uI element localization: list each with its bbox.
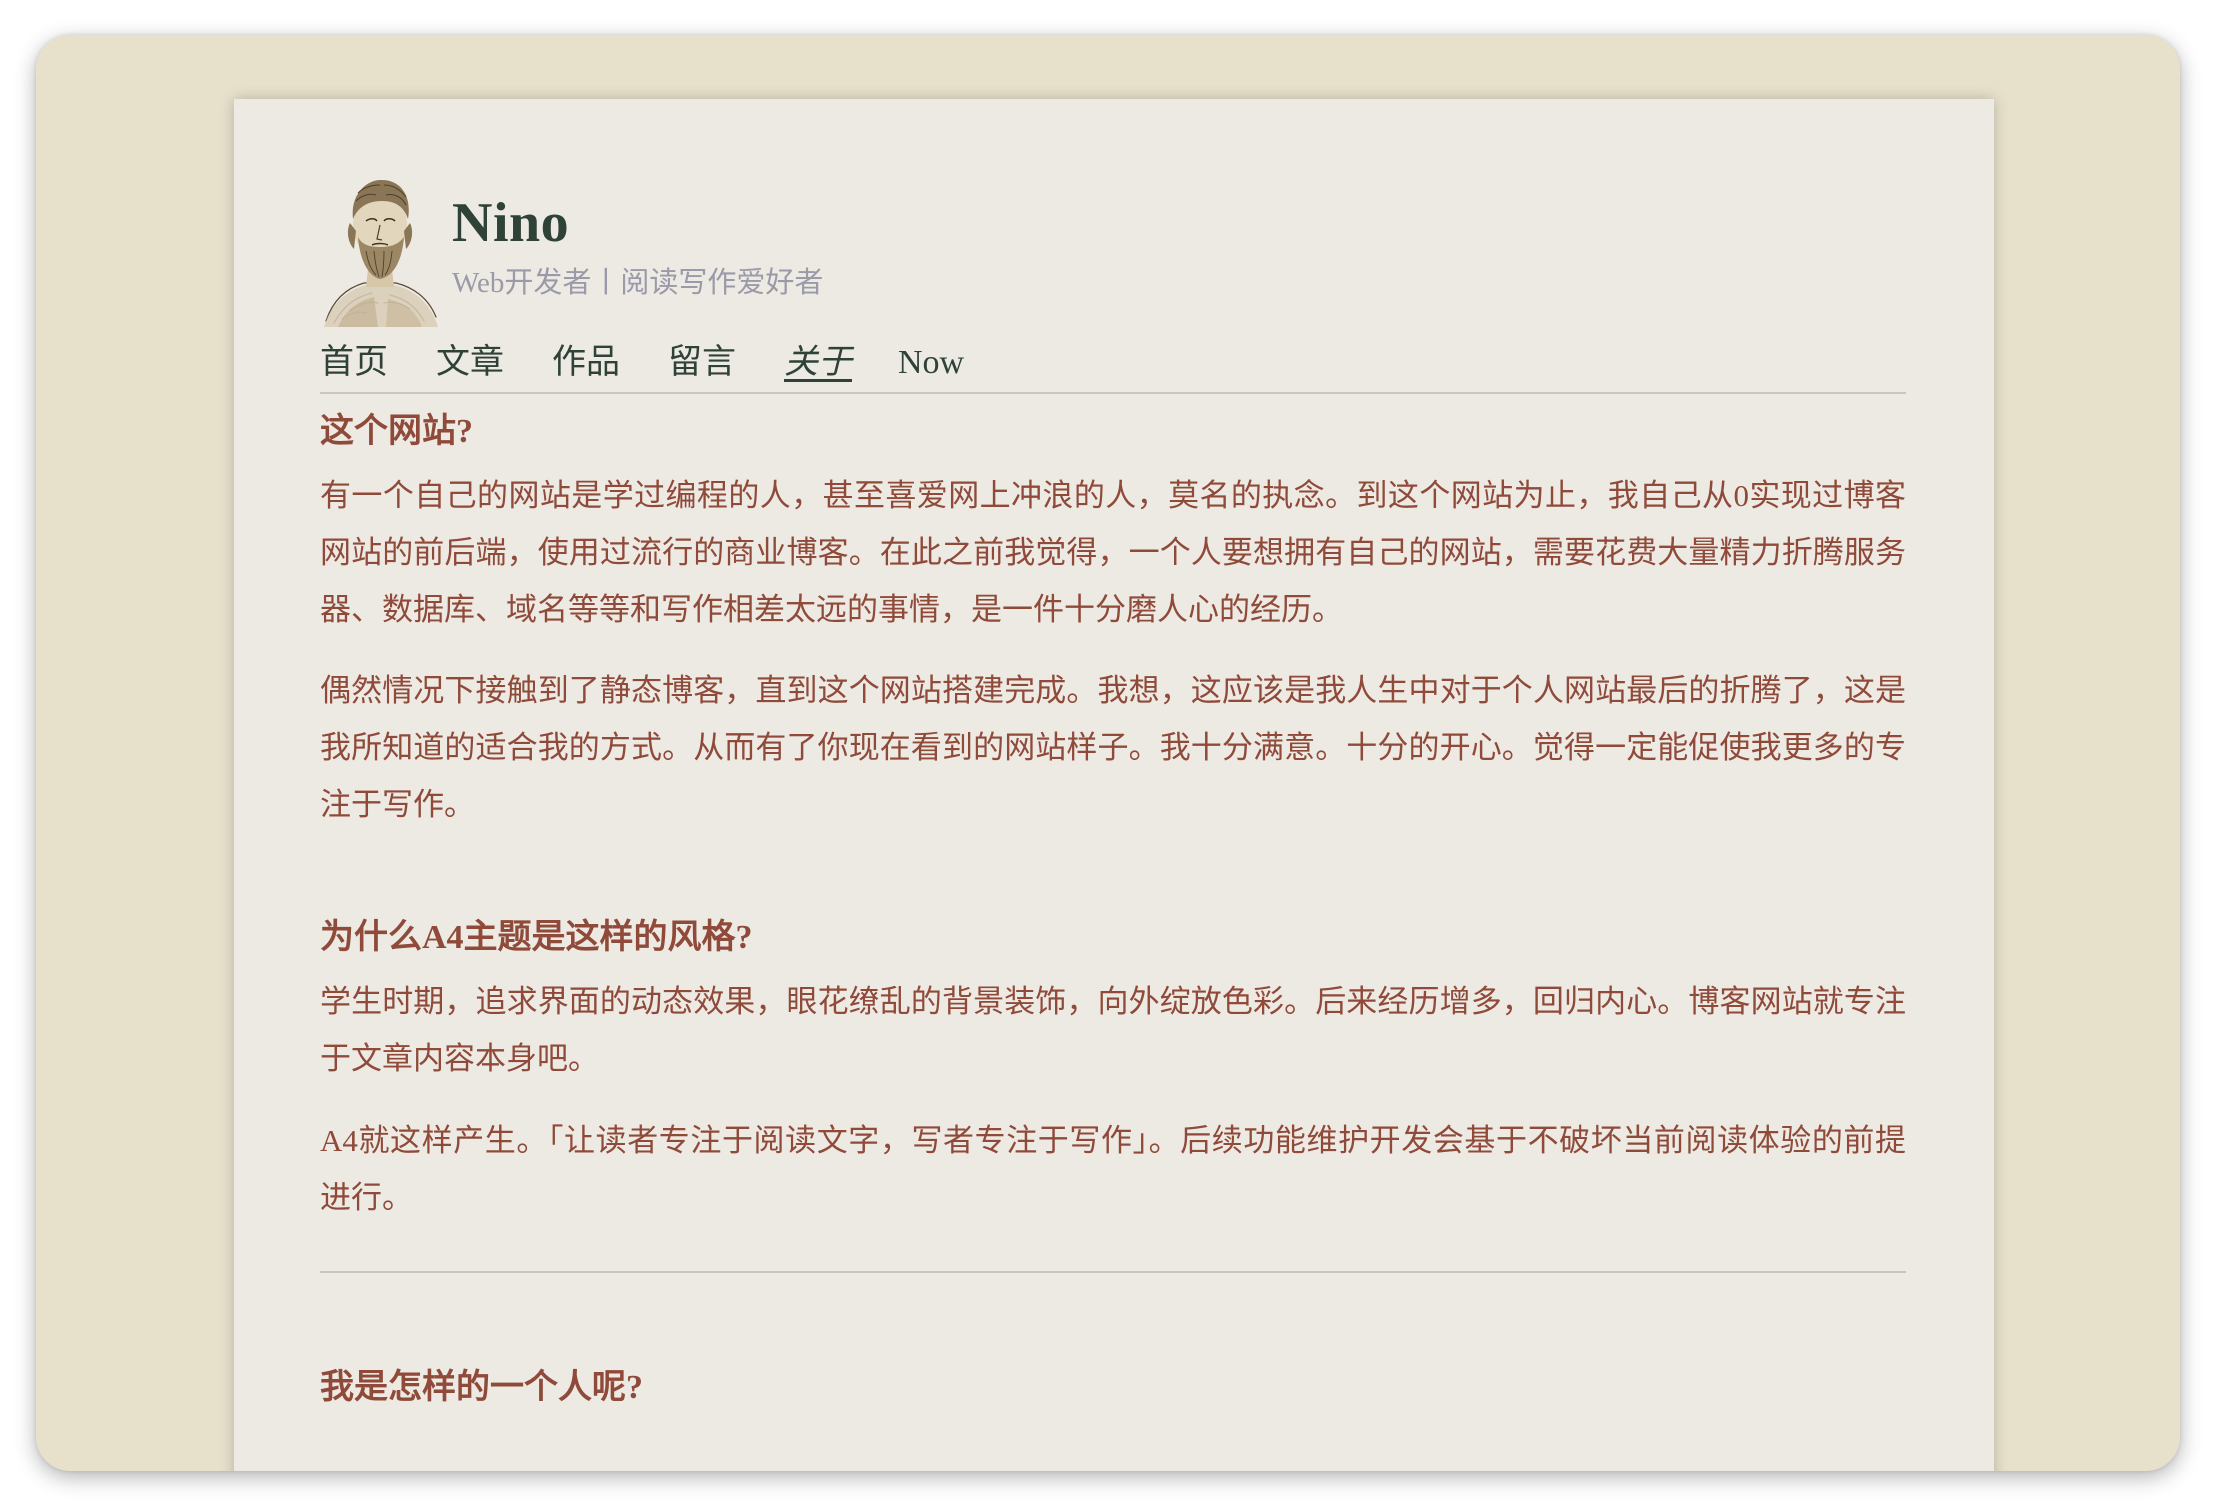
philosopher-bust-icon[interactable] xyxy=(320,171,440,329)
main-nav: 首页 文章 作品 留言 关于 Now xyxy=(320,342,1906,394)
section-heading-site: 这个网站? xyxy=(320,413,473,450)
site-subtitle: Web开发者丨阅读写作爱好者 xyxy=(452,267,824,299)
nav-item-about[interactable]: 关于 xyxy=(784,346,852,380)
section-divider xyxy=(320,1271,1906,1273)
nav-item-guestbook[interactable]: 留言 xyxy=(668,346,736,380)
section-heading-person: 我是怎样的一个人呢? xyxy=(320,1369,643,1406)
paragraph-site-2: 偶然情况下接触到了静态博客，直到这个网站搭建完成。我想，这应该是我人生中对于个人… xyxy=(320,673,1906,822)
nav-item-articles[interactable]: 文章 xyxy=(436,346,504,380)
a4-page: Nino Web开发者丨阅读写作爱好者 首页 文章 作品 留言 关于 Now 这… xyxy=(234,99,1994,1471)
nav-item-works[interactable]: 作品 xyxy=(552,346,620,380)
section-heading-theme: 为什么A4主题是这样的风格? xyxy=(320,919,753,956)
site-title[interactable]: Nino xyxy=(452,195,569,251)
browser-window: Nino Web开发者丨阅读写作爱好者 首页 文章 作品 留言 关于 Now 这… xyxy=(36,35,2180,1471)
nav-item-now[interactable]: Now xyxy=(898,346,964,380)
nav-item-home[interactable]: 首页 xyxy=(320,346,388,380)
paragraph-theme-2: A4就这样产生。「让读者专注于阅读文字，写者专注于写作」。后续功能维护开发会基于… xyxy=(320,1123,1906,1215)
paragraph-site-1: 有一个自己的网站是学过编程的人，甚至喜爱网上冲浪的人，莫名的执念。到这个网站为止… xyxy=(320,478,1906,627)
paragraph-theme-1: 学生时期，追求界面的动态效果，眼花缭乱的背景装饰，向外绽放色彩。后来经历增多，回… xyxy=(320,984,1906,1076)
site-header: Nino Web开发者丨阅读写作爱好者 xyxy=(320,171,1920,331)
